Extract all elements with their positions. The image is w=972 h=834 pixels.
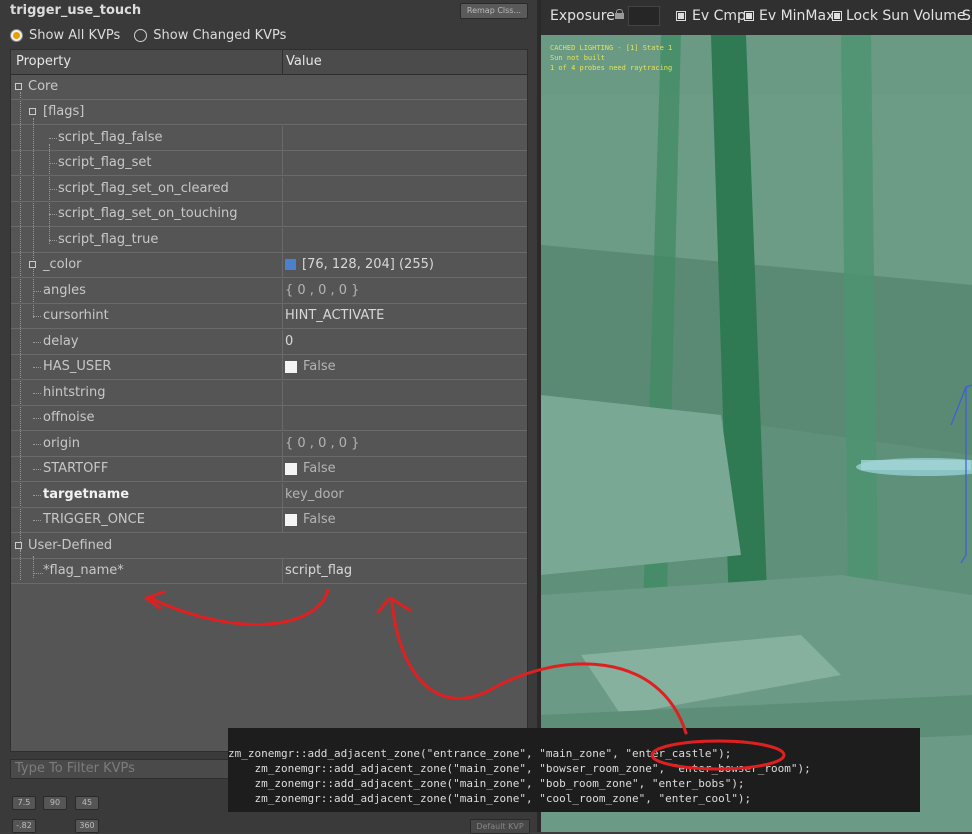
code-line: zm_zonemgr::add_adjacent_zone("entrance_…	[228, 747, 732, 760]
code-line: zm_zonemgr::add_adjacent_zone("main_zone…	[228, 762, 811, 775]
exposure-input[interactable]	[628, 6, 660, 26]
kvp-row-core[interactable]: Core	[11, 75, 527, 100]
lock-icon[interactable]	[615, 9, 624, 19]
debug-text-line: CACHED LIGHTING - [1] State 1	[550, 44, 673, 52]
snap-button-90[interactable]: 90	[43, 796, 67, 810]
debug-text-line: 1 of 4 probes need raytracing	[550, 64, 673, 72]
code-line: zm_zonemgr::add_adjacent_zone("main_zone…	[228, 777, 745, 790]
code-snippet-overlay: zm_zonemgr::add_adjacent_zone("entrance_…	[228, 728, 920, 812]
trigger-once-checkbox[interactable]	[285, 513, 297, 526]
ev-cmp-label[interactable]: Ev Cmp	[692, 8, 746, 24]
color-value: [76, 128, 204] (255)	[302, 257, 434, 272]
kvp-row-script-flag-set-on-touching[interactable]: script_flag_set_on_touching	[11, 202, 527, 227]
origin-value[interactable]: { 0 , 0 , 0 }	[285, 436, 359, 451]
collapse-toggle-icon[interactable]	[29, 108, 36, 115]
toolbar-truncated-label[interactable]: S	[962, 8, 971, 24]
viewport-toolbar: Exposure Ev Cmp Ev MinMax Lock Sun Volum…	[541, 0, 972, 35]
kvp-grid-header: Property Value	[11, 50, 527, 75]
show-changed-kvps-radio[interactable]	[134, 28, 148, 42]
entity-properties-panel: trigger_use_touch Remap Clss... Show All…	[0, 0, 537, 834]
angles-value[interactable]: { 0 , 0 , 0 }	[285, 283, 359, 298]
show-all-kvps-radio[interactable]	[10, 28, 23, 42]
has-user-checkbox[interactable]	[285, 360, 297, 373]
kvp-row-targetname[interactable]: targetname key_door	[11, 483, 527, 508]
property-column-header[interactable]: Property	[16, 54, 71, 69]
lock-sun-volume-label[interactable]: Lock Sun Volume	[846, 8, 966, 24]
snap-button-45[interactable]: 45	[75, 796, 99, 810]
debug-text-line: Sun not built	[550, 54, 605, 62]
entity-classname: trigger_use_touch	[10, 3, 142, 18]
expand-toggle-icon[interactable]	[29, 261, 36, 268]
value-column-header[interactable]: Value	[286, 54, 322, 69]
kvp-row-trigger-once[interactable]: TRIGGER_ONCE False	[11, 508, 527, 533]
kvp-row-user-defined[interactable]: User-Defined	[11, 534, 527, 559]
flag-name-value[interactable]: script_flag	[285, 563, 352, 578]
snap-button-82[interactable]: -.82	[12, 819, 36, 833]
show-changed-kvps-label[interactable]: Show Changed KVPs	[153, 28, 286, 43]
kvp-grid: Property Value Core [flags] script_flag_…	[10, 49, 528, 752]
startoff-checkbox[interactable]	[285, 462, 297, 475]
kvp-row-flag-name[interactable]: *flag_name* script_flag	[11, 559, 527, 584]
kvp-row-script-flag-set[interactable]: script_flag_set	[11, 151, 527, 176]
kvp-row-color[interactable]: _color [76, 128, 204] (255)	[11, 253, 527, 278]
kvp-row-origin[interactable]: origin { 0 , 0 , 0 }	[11, 432, 527, 457]
kvp-row-delay[interactable]: delay 0	[11, 330, 527, 355]
kvp-row-script-flag-set-on-cleared[interactable]: script_flag_set_on_cleared	[11, 177, 527, 202]
ev-cmp-checkbox[interactable]	[676, 11, 686, 21]
3d-viewport[interactable]: Exposure Ev Cmp Ev MinMax Lock Sun Volum…	[541, 0, 972, 832]
exposure-label: Exposure	[550, 8, 615, 24]
kvp-row-offnoise[interactable]: offnoise	[11, 406, 527, 431]
kvp-filter-input[interactable]: Type To Filter KVPs	[10, 759, 235, 779]
kvp-row-has-user[interactable]: HAS_USER False	[11, 355, 527, 380]
snap-button-7-5[interactable]: 7.5	[12, 796, 36, 810]
kvp-row-script-flag-true[interactable]: script_flag_true	[11, 228, 527, 253]
kvp-filter-options: Show All KVPs Show Changed KVPs	[10, 26, 300, 44]
code-line: zm_zonemgr::add_adjacent_zone("main_zone…	[228, 792, 752, 805]
kvp-row-cursorhint[interactable]: cursorhint HINT_ACTIVATE	[11, 304, 527, 329]
kvp-row-flags[interactable]: [flags]	[11, 100, 527, 125]
remap-class-button[interactable]: Remap Clss...	[460, 3, 528, 19]
cursorhint-value[interactable]: HINT_ACTIVATE	[285, 308, 384, 323]
delay-value[interactable]: 0	[285, 334, 293, 349]
show-all-kvps-label[interactable]: Show All KVPs	[29, 28, 120, 43]
kvp-row-hintstring[interactable]: hintstring	[11, 381, 527, 406]
collapse-toggle-icon[interactable]	[15, 83, 22, 90]
viewport-scene	[541, 35, 972, 832]
snap-button-360[interactable]: 360	[75, 819, 99, 833]
kvp-row-angles[interactable]: angles { 0 , 0 , 0 }	[11, 279, 527, 304]
targetname-value[interactable]: key_door	[285, 487, 344, 502]
kvp-row-startoff[interactable]: STARTOFF False	[11, 457, 527, 482]
lock-sun-volume-checkbox[interactable]	[832, 11, 842, 21]
collapse-toggle-icon[interactable]	[15, 542, 22, 549]
ev-minmax-label[interactable]: Ev MinMax	[759, 8, 834, 24]
kvp-row-script-flag-false[interactable]: script_flag_false	[11, 126, 527, 151]
ev-minmax-checkbox[interactable]	[744, 11, 754, 21]
color-swatch[interactable]	[285, 259, 296, 270]
